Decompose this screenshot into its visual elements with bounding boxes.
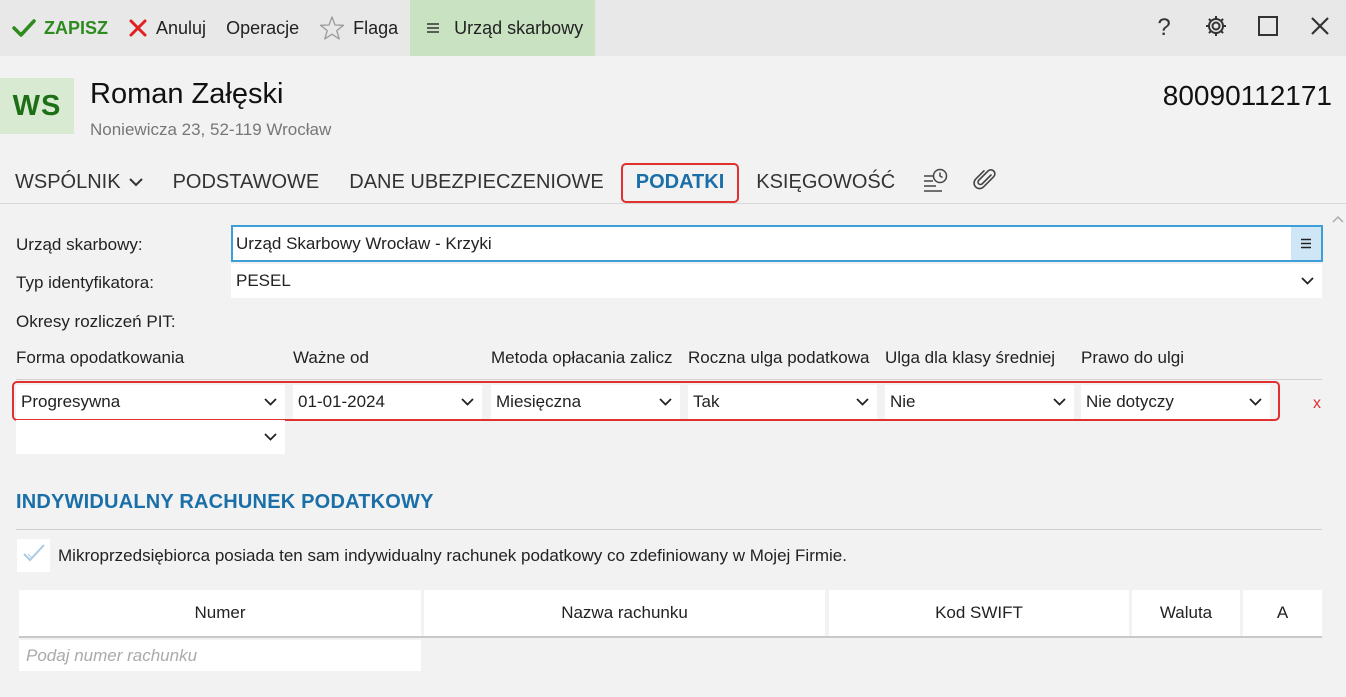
pit-periods-label: Okresy rozliczeń PIT: <box>16 312 176 331</box>
scroll-up-button[interactable] <box>1332 208 1344 228</box>
tab-podstawowe[interactable]: PODSTAWOWE <box>158 162 335 204</box>
chevron-down-icon <box>128 178 143 187</box>
question-icon: ? <box>1157 14 1171 41</box>
col-wazne-od: Ważne od <box>293 348 369 367</box>
cancel-label: Anuluj <box>156 17 207 38</box>
tax-office-toolbar-button[interactable]: Urząd skarbowy <box>410 0 596 56</box>
chevron-down-icon <box>1301 277 1314 285</box>
table-header-divider <box>19 636 1322 638</box>
partner-header: WS Roman Załęski Noniewicza 23, 52-119 W… <box>0 56 1346 162</box>
tab-wspolnik[interactable]: WSPÓLNIK <box>0 162 158 204</box>
remove-row-button[interactable]: x <box>1313 395 1321 413</box>
history-tab[interactable] <box>910 162 960 204</box>
operations-label: Operacje <box>226 17 300 38</box>
chevron-up-icon <box>1332 208 1344 227</box>
col-label: Nazwa rachunku <box>561 603 688 622</box>
col-label: Waluta <box>1159 603 1213 622</box>
save-label: ZAPISZ <box>44 17 109 38</box>
flag-label: Flaga <box>353 17 399 38</box>
tab-label: PODATKI <box>635 171 725 193</box>
star-icon <box>319 15 345 41</box>
id-type-value: PESEL <box>236 271 291 290</box>
operations-button[interactable]: Operacje <box>216 0 309 56</box>
tax-office-toolbar-label: Urząd skarbowy <box>454 17 584 38</box>
section-divider <box>16 529 1322 530</box>
close-window-button[interactable] <box>1294 0 1346 56</box>
col-label: A <box>1276 603 1289 622</box>
tax-office-value: Urząd Skarbowy Wrocław - Krzyki <box>236 233 492 253</box>
partner-id-number: 80090112171 <box>1162 80 1332 111</box>
attachments-tab[interactable] <box>960 162 1010 204</box>
partner-address: Noniewicza 23, 52-119 Wrocław <box>90 120 332 139</box>
id-type-select[interactable]: PESEL <box>231 264 1322 298</box>
account-number-input[interactable] <box>19 640 421 671</box>
settings-button[interactable] <box>1190 0 1242 56</box>
close-icon <box>1310 16 1330 41</box>
tab-podatki[interactable]: PODATKI <box>620 162 740 203</box>
col-forma-opodatkowania: Forma opodatkowania <box>16 348 185 367</box>
tab-ksiegowosc[interactable]: KSIĘGOWOŚĆ <box>741 162 910 204</box>
irp-section-title: INDYWIDUALNY RACHUNEK PODATKOWY <box>16 491 434 513</box>
col-waluta[interactable]: Waluta <box>1132 590 1240 636</box>
menu-lines-icon <box>426 22 440 34</box>
tax-office-field[interactable]: Urząd Skarbowy Wrocław - Krzyki <box>231 225 1323 262</box>
col-roczna-ulga: Roczna ulga podatkowa <box>688 348 870 367</box>
tab-label: DANE UBEZPIECZENIOWE <box>349 171 604 193</box>
col-kod-swift[interactable]: Kod SWIFT <box>829 590 1129 636</box>
tab-label: PODSTAWOWE <box>172 171 320 193</box>
same-irp-label: Mikroprzedsiębiorca posiada ten sam indy… <box>58 546 847 565</box>
chevron-down-icon <box>264 433 277 441</box>
tab-bar: WSPÓLNIK PODSTAWOWE DANE UBEZPIECZENIOWE… <box>0 162 1346 204</box>
id-type-label: Typ identyfikatora: <box>16 273 154 292</box>
col-numer[interactable]: Numer <box>19 590 421 636</box>
maximize-icon <box>1257 15 1279 42</box>
col-label: Numer <box>194 603 246 622</box>
tab-label: KSIĘGOWOŚĆ <box>756 171 896 193</box>
help-button[interactable]: ? <box>1138 0 1190 56</box>
col-nazwa-rachunku[interactable]: Nazwa rachunku <box>424 590 825 636</box>
same-irp-checkbox[interactable] <box>17 539 50 572</box>
toolbar: ZAPISZ Anuluj Operacje Flaga Urząd skarb… <box>0 0 1346 56</box>
col-metoda-oplacania: Metoda opłacania zalicz <box>491 348 673 367</box>
tax-office-label: Urząd skarbowy: <box>16 235 143 254</box>
tab-dane-ubezpieczeniowe[interactable]: DANE UBEZPIECZENIOWE <box>334 162 618 204</box>
col-a[interactable]: A <box>1243 590 1322 636</box>
checkmark-icon <box>22 543 46 568</box>
partner-name: Roman Załęski <box>90 78 284 110</box>
avatar: WS <box>0 78 74 134</box>
pit-row-highlight <box>12 381 1280 421</box>
divider <box>16 379 1322 380</box>
col-ulga-klasa-sredniej: Ulga dla klasy średniej <box>885 348 1056 367</box>
menu-lines-icon <box>1300 234 1312 254</box>
close-x-icon <box>128 18 148 38</box>
history-icon <box>922 167 948 198</box>
paperclip-icon <box>972 167 998 198</box>
new-forma-select[interactable] <box>16 420 285 454</box>
cancel-button[interactable]: Anuluj <box>118 0 216 56</box>
maximize-button[interactable] <box>1242 0 1294 56</box>
checkmark-icon <box>12 18 36 38</box>
save-button[interactable]: ZAPISZ <box>0 0 118 56</box>
col-label: Kod SWIFT <box>935 603 1023 622</box>
flag-button[interactable]: Flaga <box>309 0 408 56</box>
gear-icon <box>1204 14 1228 43</box>
col-prawo-do-ulgi: Prawo do ulgi <box>1081 348 1185 367</box>
tax-office-list-button[interactable] <box>1291 227 1321 260</box>
tab-label: WSPÓLNIK <box>15 171 121 193</box>
